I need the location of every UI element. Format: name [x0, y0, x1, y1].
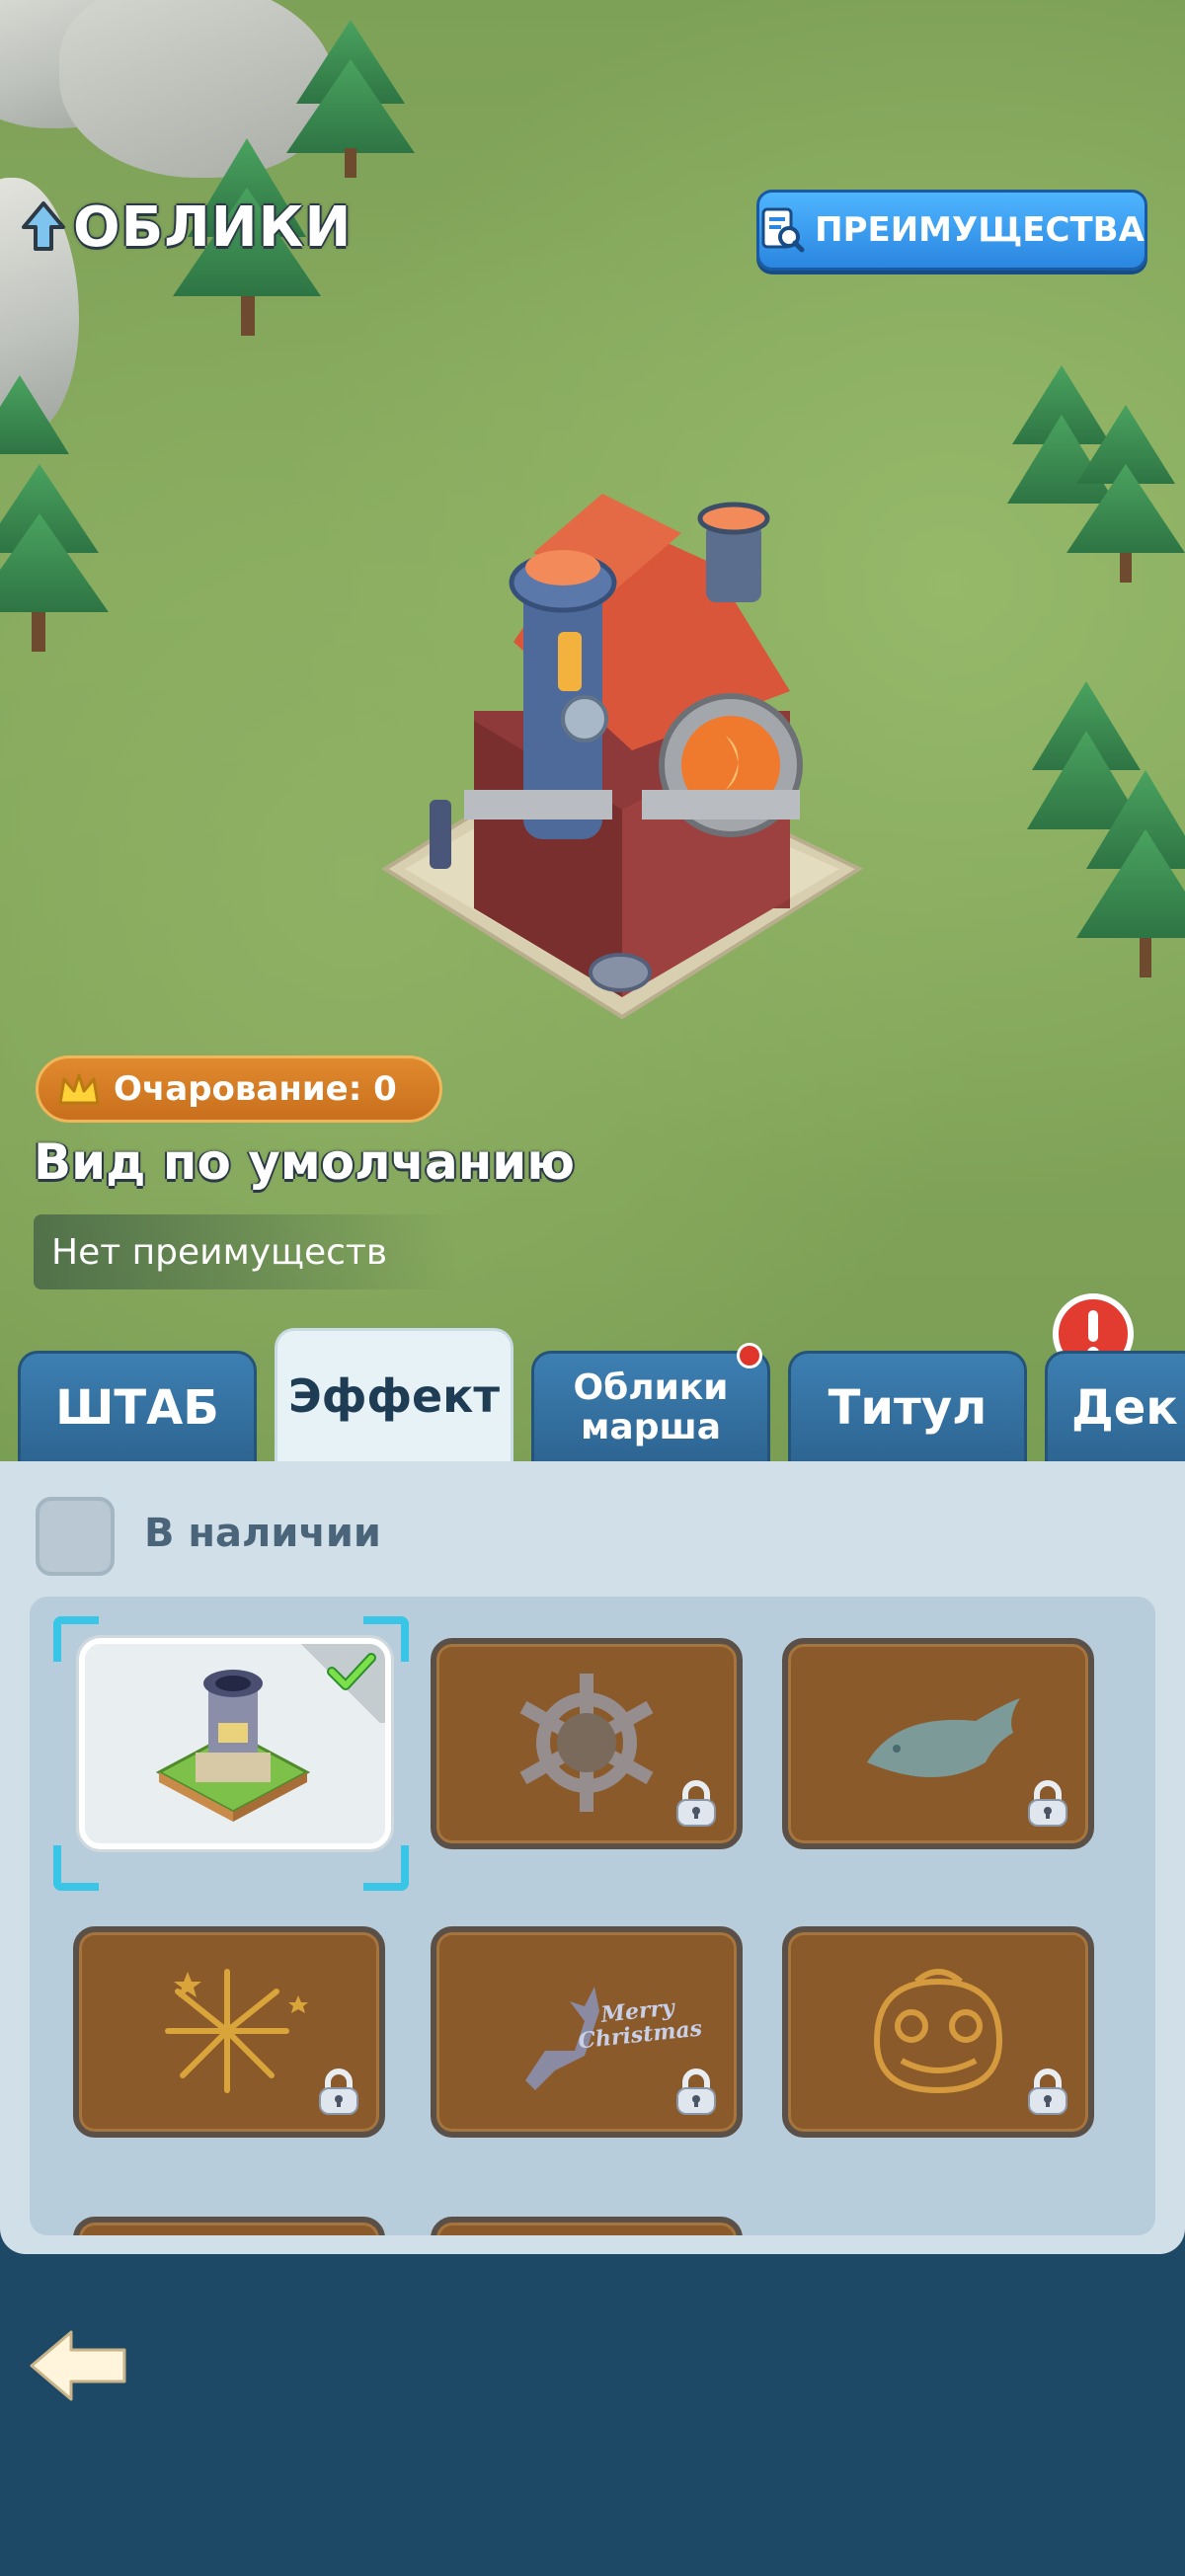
page-title-text: ОБЛИКИ [73, 195, 353, 260]
benefits-button[interactable]: ПРЕИМУЩЕСТВА [756, 190, 1147, 271]
tab-effect[interactable]: Эффект [275, 1328, 514, 1461]
item-card-merry-christmas[interactable]: Merry Christmas [431, 1926, 743, 2138]
selection-corner [53, 1845, 99, 1891]
item-card-partial[interactable] [431, 2217, 743, 2235]
item-card-partial[interactable] [73, 2217, 385, 2235]
tab-label: Титул [828, 1379, 988, 1436]
page-title: ОБЛИКИ [20, 193, 352, 262]
item-card-fireworks[interactable] [73, 1926, 385, 2138]
lock-icon [676, 2069, 716, 2115]
tab-label: Дек [1071, 1379, 1178, 1436]
building-skin-illustration [381, 494, 864, 1020]
tab-label: Эффект [287, 1369, 501, 1423]
skin-name: Вид по умолчанию [34, 1133, 575, 1191]
item-card-lion-dance[interactable] [782, 1926, 1094, 2138]
lock-icon [319, 2069, 358, 2115]
tab-hq[interactable]: ШТАБ [18, 1351, 257, 1461]
selection-corner [363, 1616, 409, 1662]
crown-icon [58, 1073, 100, 1105]
items-grid: Merry Christmas [30, 1597, 1155, 2235]
charm-badge: Очарование: 0 [36, 1055, 442, 1123]
benefits-button-label: ПРЕИМУЩЕСТВА [815, 210, 1145, 250]
tab-march-skins[interactable]: Облики марша [531, 1351, 770, 1461]
charm-label: Очарование: 0 [114, 1069, 397, 1109]
tab-label: ШТАБ [55, 1379, 219, 1436]
up-arrow-icon [22, 201, 65, 251]
item-card-whale[interactable] [782, 1638, 1094, 1849]
item-card-snowflake[interactable] [431, 1638, 743, 1849]
tab-label: Облики марша [573, 1366, 729, 1447]
back-arrow-icon[interactable] [28, 2326, 130, 2405]
selection-corner [363, 1845, 409, 1891]
skin-benefits: Нет преимуществ [34, 1214, 458, 1289]
selection-corner [53, 1616, 99, 1662]
lock-icon [1028, 1780, 1067, 1827]
lock-icon [1028, 2069, 1067, 2115]
tab-decor[interactable]: Дек [1045, 1351, 1185, 1461]
tab-title[interactable]: Титул [788, 1351, 1027, 1461]
notification-dot [737, 1343, 762, 1368]
item-card-default-tower[interactable] [79, 1638, 391, 1849]
document-search-icon [761, 207, 805, 253]
lock-icon [676, 1780, 716, 1827]
in-stock-checkbox[interactable] [36, 1497, 115, 1576]
in-stock-label: В наличии [144, 1511, 381, 1556]
